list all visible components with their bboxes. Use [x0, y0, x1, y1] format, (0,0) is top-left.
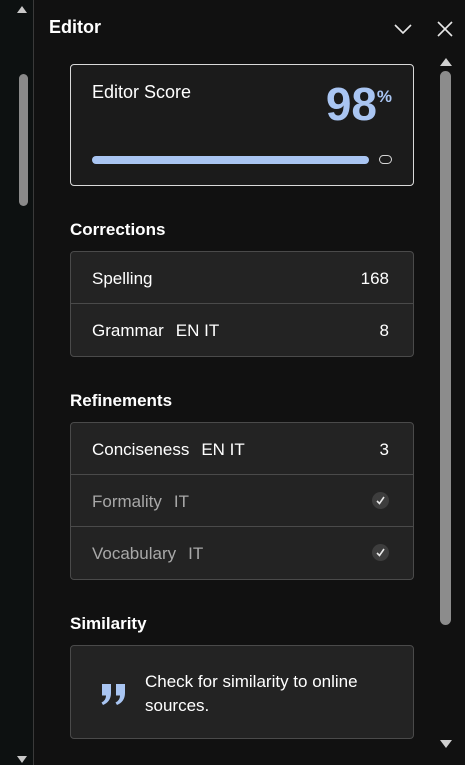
scroll-up-arrow-icon[interactable] — [17, 6, 27, 13]
chevron-down-icon — [394, 24, 412, 35]
scroll-down-arrow-icon[interactable] — [17, 756, 27, 763]
progress-end-marker — [379, 155, 392, 164]
editor-score-progress-fill — [92, 156, 369, 164]
pane-scroll-up-arrow-icon[interactable] — [440, 58, 452, 66]
collapse-pane-button[interactable] — [392, 18, 414, 40]
close-icon — [437, 21, 453, 37]
refinements-item-languages: EN IT — [201, 440, 245, 459]
similarity-check-card[interactable]: Check for similarity to online sources. — [70, 645, 414, 739]
refinements-item-conciseness[interactable]: Conciseness EN IT 3 — [71, 423, 413, 475]
corrections-item-languages: EN IT — [175, 321, 220, 340]
pane-title: Editor — [49, 17, 101, 37]
refinements-item-languages: IT — [188, 544, 204, 563]
refinements-item-label: Vocabulary — [92, 544, 177, 563]
close-pane-button[interactable] — [434, 18, 456, 40]
refinements-list: Conciseness EN IT 3 Formality IT Vocabular… — [70, 422, 414, 580]
document-scrollbar-thumb[interactable] — [19, 74, 28, 206]
editor-score-card[interactable]: Editor Score 98 % — [70, 64, 414, 186]
corrections-list: Spelling 168 Grammar EN IT 8 — [70, 251, 414, 357]
corrections-item-spelling[interactable]: Spelling 168 — [71, 252, 413, 304]
checkmark-icon — [372, 544, 389, 561]
refinements-heading: Refinements — [70, 391, 173, 410]
corrections-item-label: Spelling — [92, 269, 153, 288]
editor-pane: Editor Editor Score 98 % Corrections Spe… — [0, 0, 465, 765]
editor-score-progress — [92, 156, 392, 164]
refinements-item-label: Formality — [92, 492, 162, 511]
document-scrollbar[interactable] — [0, 0, 34, 765]
refinements-item-label: Conciseness — [92, 440, 190, 459]
corrections-item-label: Grammar — [92, 321, 164, 340]
refinements-item-vocabulary[interactable]: Vocabulary IT — [71, 527, 413, 579]
refinements-item-count: 3 — [379, 440, 389, 459]
refinements-item-languages: IT — [173, 492, 190, 511]
editor-score-value: 98 — [325, 78, 377, 130]
similarity-heading: Similarity — [70, 614, 147, 633]
pane-scroll-down-arrow-icon[interactable] — [440, 740, 452, 748]
corrections-item-count: 8 — [379, 321, 389, 340]
similarity-description: Check for similarity to online sources. — [145, 672, 358, 715]
editor-score-label: Editor Score — [92, 82, 192, 102]
editor-score-unit: % — [376, 87, 392, 106]
corrections-item-grammar[interactable]: Grammar EN IT 8 — [71, 304, 413, 356]
checkmark-icon — [372, 492, 389, 509]
refinements-item-formality[interactable]: Formality IT — [71, 475, 413, 527]
corrections-item-count: 168 — [360, 269, 389, 288]
pane-scrollbar-thumb[interactable] — [440, 71, 451, 625]
corrections-heading: Corrections — [70, 220, 166, 239]
quote-icon — [101, 684, 125, 705]
